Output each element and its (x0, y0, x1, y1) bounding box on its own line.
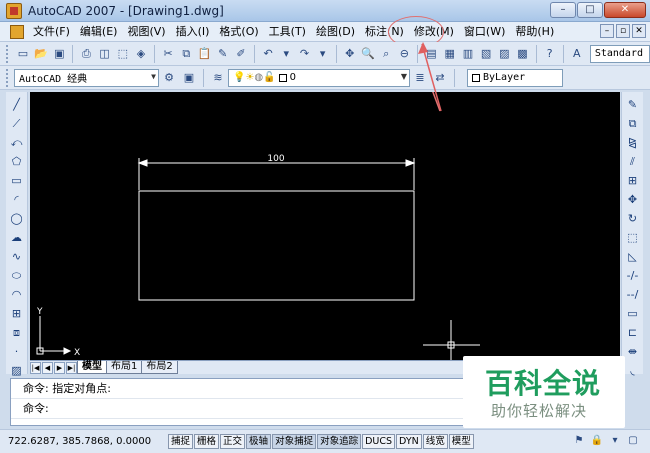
fillet-icon[interactable]: ◟ (624, 362, 642, 379)
dyn-toggle[interactable]: DYN (396, 434, 422, 449)
annotation-arrowhead (418, 42, 428, 54)
tab-nav-next[interactable]: ▶ (54, 361, 65, 374)
tab-nav-last[interactable]: ▶| (66, 361, 77, 374)
osnap-toggle[interactable]: 对象捕捉 (272, 434, 317, 449)
tab-nav-prev[interactable]: ◀ (42, 361, 53, 374)
ucs-x-label: X (74, 348, 80, 358)
make-block-icon[interactable]: ⧈ (8, 324, 26, 341)
break-icon[interactable]: ▭ (624, 305, 642, 322)
polar-toggle[interactable]: 极轴 (246, 434, 272, 449)
lineweight-toggle[interactable]: 线宽 (422, 434, 448, 449)
tab-model[interactable]: 模型 (77, 361, 107, 374)
polyline-icon[interactable]: ⤺ (8, 134, 26, 151)
trim-icon[interactable]: -/- (624, 267, 642, 284)
tab-nav-first[interactable]: |◀ (30, 361, 41, 374)
rectangle-icon[interactable]: ▭ (8, 172, 26, 189)
status-tray: ⚑ 🔒 ▾ ▢ (572, 434, 640, 448)
rectangle-object[interactable] (138, 190, 415, 301)
circle-icon[interactable]: ◯ (8, 210, 26, 227)
watermark-logo: 百科全说 助你轻松解决 (463, 356, 625, 428)
modify-toolbar: ✎ ⧉ ⧎ ⫽ ⊞ ✥ ↻ ⬚ ◺ -/- --/ ▭ ⊏ ⇼ ◟ (621, 92, 643, 377)
status-bar: 722.6287, 385.7868, 0.0000 捕捉 栅格 正交 极轴 对… (0, 429, 650, 453)
ucs-icon (36, 316, 72, 355)
revision-cloud-icon[interactable]: ☁ (8, 229, 26, 246)
point-icon[interactable]: · (8, 343, 26, 360)
stretch-icon[interactable]: ◺ (624, 248, 642, 265)
ortho-toggle[interactable]: 正交 (220, 434, 246, 449)
draw-toolbar: ╱ ⟋ ⤺ ⬠ ▭ ◜ ◯ ☁ ∿ ⬭ ◠ ⊞ ⧈ · ▨ (6, 92, 28, 377)
model-toggle[interactable]: 模型 (448, 434, 474, 449)
tab-layout1[interactable]: 布局1 (106, 361, 143, 374)
hatch-icon[interactable]: ▨ (8, 362, 26, 379)
offset-icon[interactable]: ⫽ (624, 153, 642, 170)
watermark-title: 百科全说 (485, 367, 602, 400)
annotation-line (421, 43, 442, 112)
ucs-y-label: Y (36, 307, 43, 317)
insert-block-icon[interactable]: ⊞ (8, 305, 26, 322)
annotation-overlay (418, 42, 442, 112)
snap-toggle[interactable]: 捕捉 (168, 434, 194, 449)
rotate-icon[interactable]: ↻ (624, 210, 642, 227)
extend-icon[interactable]: --/ (624, 286, 642, 303)
toolbar-lock-icon[interactable]: 🔒 (590, 434, 604, 448)
communication-center-icon[interactable]: ⚑ (572, 434, 586, 448)
move-icon[interactable]: ✥ (624, 191, 642, 208)
grid-toggle[interactable]: 栅格 (194, 434, 220, 449)
arc-icon[interactable]: ◜ (8, 191, 26, 208)
dimension-text[interactable]: 100 (267, 154, 284, 164)
tray-menu-icon[interactable]: ▾ (608, 434, 622, 448)
coordinate-readout[interactable]: 722.6287, 385.7868, 0.0000 (8, 436, 168, 447)
ducs-toggle[interactable]: DUCS (362, 434, 396, 449)
scale-icon[interactable]: ⬚ (624, 229, 642, 246)
drawing-area[interactable]: 100 Y X (30, 92, 620, 360)
ellipse-icon[interactable]: ⬭ (8, 267, 26, 284)
join-icon[interactable]: ⊏ (624, 324, 642, 341)
polygon-icon[interactable]: ⬠ (8, 153, 26, 170)
mirror-icon[interactable]: ⧎ (624, 134, 642, 151)
otrack-toggle[interactable]: 对象追踪 (317, 434, 362, 449)
drawing-svg: 100 Y X (36, 92, 480, 360)
ellipse-arc-icon[interactable]: ◠ (8, 286, 26, 303)
chamfer-icon[interactable]: ⇼ (624, 343, 642, 360)
clean-screen-icon[interactable]: ▢ (626, 434, 640, 448)
spline-icon[interactable]: ∿ (8, 248, 26, 265)
watermark-subtitle: 助你轻松解决 (491, 402, 588, 420)
crosshair-cursor (423, 320, 480, 360)
array-icon[interactable]: ⊞ (624, 172, 642, 189)
tab-layout2[interactable]: 布局2 (141, 361, 178, 374)
